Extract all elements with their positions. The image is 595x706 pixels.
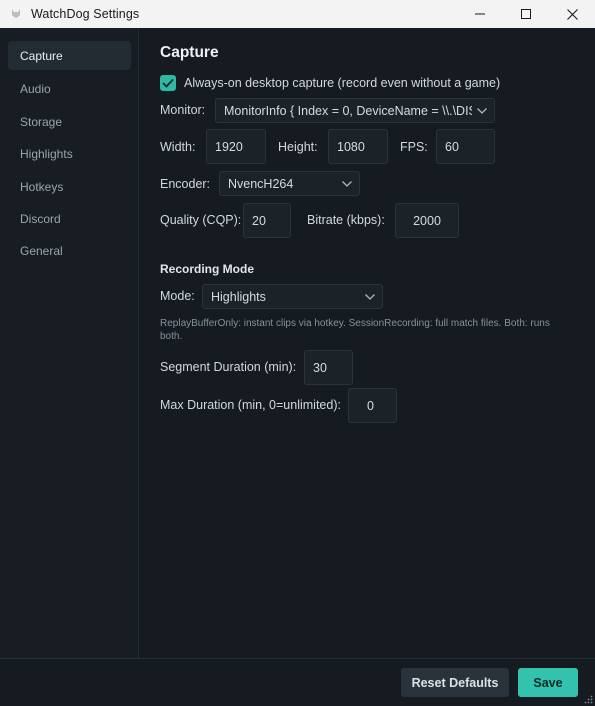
close-button[interactable] xyxy=(549,0,595,28)
mode-select-value: Highlights xyxy=(211,289,266,304)
max-duration-label: Max Duration (min, 0=unlimited): xyxy=(160,398,341,412)
checkmark-icon xyxy=(162,78,174,88)
sidebar-item-general[interactable]: General xyxy=(8,236,131,265)
page-title: Capture xyxy=(160,44,219,61)
window-title: WatchDog Settings xyxy=(31,7,140,21)
height-label: Height: xyxy=(278,140,318,154)
sidebar-item-label: Capture xyxy=(20,48,63,63)
sidebar-item-discord[interactable]: Discord xyxy=(8,204,131,233)
sidebar-item-label: Audio xyxy=(20,81,51,96)
fps-input[interactable]: 60 xyxy=(436,129,495,164)
encoder-select-value: NvencH264 xyxy=(228,176,294,191)
segment-duration-input[interactable]: 30 xyxy=(304,350,353,385)
sidebar-item-audio[interactable]: Audio xyxy=(8,74,131,103)
encoder-select[interactable]: NvencH264 xyxy=(219,171,360,196)
minimize-button[interactable] xyxy=(457,0,503,28)
monitor-select[interactable]: MonitorInfo { Index = 0, DeviceName = \\… xyxy=(215,98,495,123)
max-duration-input[interactable]: 0 xyxy=(348,388,397,423)
chevron-down-icon xyxy=(342,180,352,187)
always-on-label[interactable]: Always-on desktop capture (record even w… xyxy=(184,76,500,90)
bitrate-input[interactable]: 2000 xyxy=(395,203,459,238)
segment-duration-label: Segment Duration (min): xyxy=(160,360,297,374)
sidebar-item-capture[interactable]: Capture xyxy=(8,41,131,70)
minimize-icon xyxy=(475,13,485,15)
chevron-down-icon xyxy=(365,293,375,300)
window-controls xyxy=(457,0,595,28)
sidebar-item-label: Discord xyxy=(20,211,61,226)
width-label: Width: xyxy=(160,140,196,154)
save-button[interactable]: Save xyxy=(518,668,578,697)
encoder-label: Encoder: xyxy=(160,177,211,191)
sidebar-item-label: Highlights xyxy=(20,146,73,161)
sidebar-item-hotkeys[interactable]: Hotkeys xyxy=(8,172,131,201)
monitor-select-value: MonitorInfo { Index = 0, DeviceName = \\… xyxy=(224,103,495,118)
watchdog-logo-icon xyxy=(9,7,23,21)
sidebar-item-label: Storage xyxy=(20,114,63,129)
sidebar-item-label: General xyxy=(20,243,63,258)
recording-mode-hint: ReplayBufferOnly: instant clips via hotk… xyxy=(160,318,550,342)
quality-label: Quality (CQP): xyxy=(160,213,242,227)
chevron-down-icon xyxy=(477,107,487,114)
always-on-checkbox[interactable] xyxy=(160,75,176,91)
maximize-icon xyxy=(521,9,531,19)
bitrate-label: Bitrate (kbps): xyxy=(307,213,385,227)
fps-label: FPS: xyxy=(400,140,428,154)
monitor-label: Monitor: xyxy=(160,103,206,117)
sidebar-item-storage[interactable]: Storage xyxy=(8,107,131,136)
sidebar: Capture Audio Storage Highlights Hotkeys… xyxy=(0,28,139,658)
recording-mode-heading: Recording Mode xyxy=(160,262,255,276)
quality-input[interactable]: 20 xyxy=(243,203,291,238)
mode-select[interactable]: Highlights xyxy=(202,284,383,309)
title-bar: WatchDog Settings xyxy=(0,0,595,28)
resize-grip-icon[interactable] xyxy=(583,694,593,704)
width-input[interactable]: 1920 xyxy=(206,129,266,164)
height-input[interactable]: 1080 xyxy=(328,129,388,164)
close-icon xyxy=(566,8,578,20)
sidebar-item-highlights[interactable]: Highlights xyxy=(8,139,131,168)
reset-defaults-button[interactable]: Reset Defaults xyxy=(401,668,509,697)
mode-label: Mode: xyxy=(160,289,195,303)
maximize-button[interactable] xyxy=(503,0,549,28)
sidebar-item-label: Hotkeys xyxy=(20,179,64,194)
